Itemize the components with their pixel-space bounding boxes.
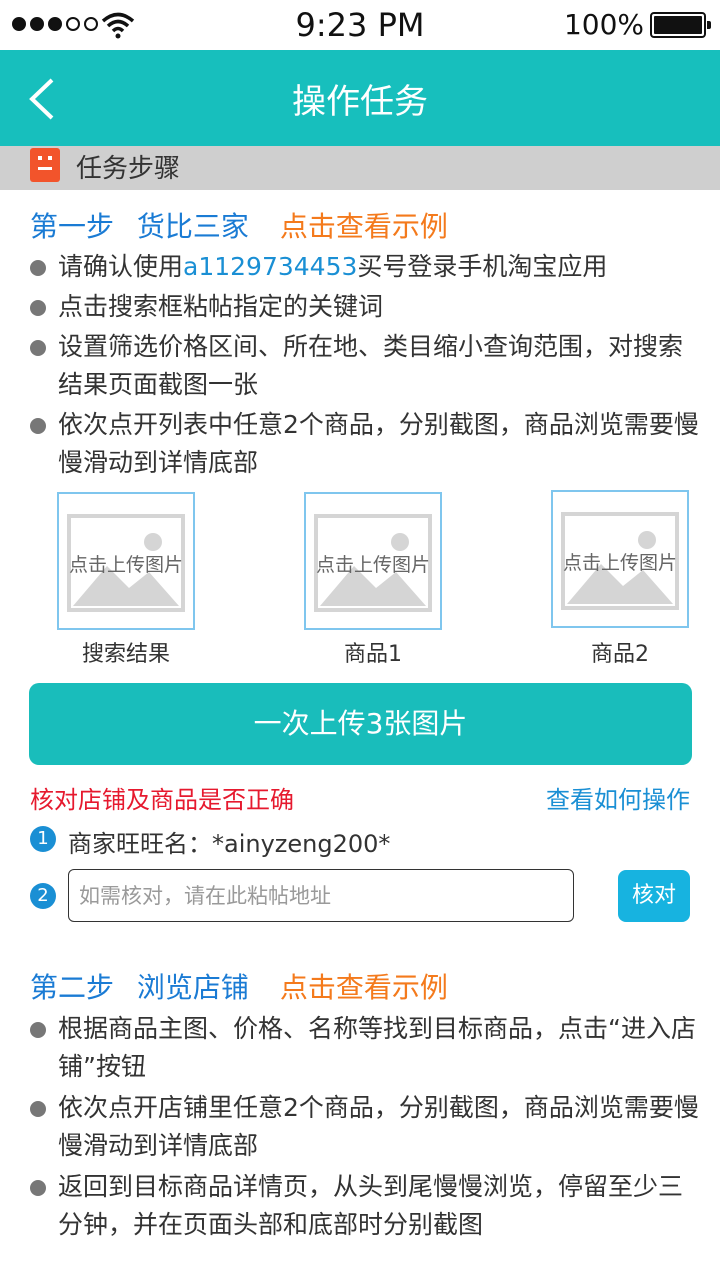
upload-label: 商品2 [591,642,649,667]
upload-three-images-button[interactable]: 一次上传3张图片 [29,683,692,765]
address-input[interactable] [68,869,574,922]
step2-bullet-1: 根据商品主图、价格、名称等找到目标商品，点击“进入店铺”按钮 [30,1010,700,1086]
step2-bullet-2: 依次点开店铺里任意2个商品，分别截图，商品浏览需要慢慢滑动到详情底部 [30,1089,700,1165]
how-to-link[interactable]: 查看如何操作 [546,780,690,815]
step1-bullet-4: 依次点开列表中任意2个商品，分别截图，商品浏览需要慢慢滑动到详情底部 [30,406,700,482]
battery-icon [650,12,711,38]
step1-bullet-3: 设置筛选价格区间、所在地、类目缩小查询范围，对搜索结果页面截图一张 [30,328,700,404]
step2-label: 第二步 [30,971,115,1004]
step2-heading: 第二步 浏览店铺 点击查看示例 [30,966,448,1006]
upload-caption: 点击上传图片 [68,554,183,576]
step1-bullet-2: 点击搜索框粘帖指定的关键词 [30,288,700,326]
verify-button[interactable]: 核对 [618,870,690,922]
shop-wangwang-name: 商家旺旺名：*ainyzeng200* [68,830,391,858]
bullet-text: 依次点开店铺里任意2个商品，分别截图，商品浏览需要慢慢滑动到详情底部 [58,1093,699,1160]
task-list-icon [30,148,60,182]
verify-shop-title: 核对店铺及商品是否正确 [30,786,294,814]
bullet-dot [30,1022,46,1038]
bullet-text: 买号登录手机淘宝应用 [357,252,608,281]
nav-header: 操作任务 [0,50,720,146]
upload-label: 商品1 [344,642,402,667]
step1-bullet-1: 请确认使用a1129734453买号登录手机淘宝应用 [30,248,700,286]
upload-label: 搜索结果 [81,642,170,667]
step2-example-link[interactable]: 点击查看示例 [280,971,448,1004]
bullet-text: 请确认使用 [58,252,184,281]
upload-caption: 点击上传图片 [562,552,677,574]
step-number-1: 1 [30,826,56,852]
bullet-text: 点击搜索框粘帖指定的关键词 [58,292,384,321]
upload-product-2[interactable]: 点击上传图片 [551,490,689,628]
upload-caption: 点击上传图片 [315,554,430,576]
status-bar: 9:23 PM 100% [0,0,720,50]
section-title: 任务步骤 [76,154,181,184]
step1-example-link[interactable]: 点击查看示例 [280,210,448,243]
section-header: 任务步骤 [0,146,720,190]
bullet-dot [30,1101,46,1117]
step2-bullet-3: 返回到目标商品详情页，从头到尾慢慢浏览，停留至少三分钟，并在页面头部和底部时分别… [30,1168,700,1244]
step1-label: 第一步 [30,210,115,243]
step1-name: 货比三家 [136,210,249,243]
bullet-dot [30,418,46,434]
bullet-dot [30,340,46,356]
page-title: 操作任务 [292,82,428,122]
bullet-dot [30,1180,46,1196]
bullet-text: 根据商品主图、价格、名称等找到目标商品，点击“进入店铺”按钮 [58,1014,696,1081]
upload-product-1[interactable]: 点击上传图片 [304,492,442,630]
step1-heading: 第一步 货比三家 点击查看示例 [30,205,448,245]
account-name: a1129734453 [183,252,358,281]
battery-percentage: 100% [563,8,644,41]
bullet-text: 设置筛选价格区间、所在地、类目缩小查询范围，对搜索结果页面截图一张 [58,332,684,399]
step-number-2: 2 [30,883,56,909]
bullet-text: 返回到目标商品详情页，从头到尾慢慢浏览，停留至少三分钟，并在页面头部和底部时分别… [58,1172,684,1239]
step2-name: 浏览店铺 [136,971,249,1004]
upload-search-result[interactable]: 点击上传图片 [57,492,195,630]
bullet-dot [30,260,46,276]
bullet-text: 依次点开列表中任意2个商品，分别截图，商品浏览需要慢慢滑动到详情底部 [58,410,699,477]
bullet-dot [30,300,46,316]
